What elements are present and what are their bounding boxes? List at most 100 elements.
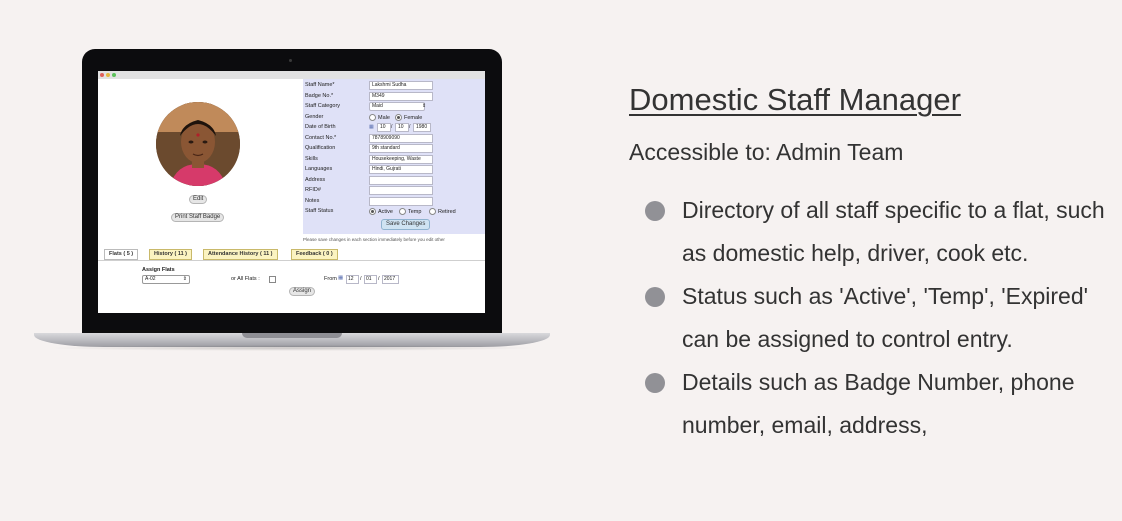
badge-label: Badge No.* — [305, 92, 334, 99]
temp-label: Temp — [408, 208, 422, 215]
staff-portrait-icon — [156, 102, 240, 186]
bullet-dot-icon — [645, 201, 665, 221]
skills-input[interactable]: Housekeeping, Waste — [369, 154, 433, 164]
select-arrow-icon: ⇕ — [182, 276, 187, 282]
from-label: From — [324, 276, 337, 282]
languages-label: Languages — [305, 166, 333, 172]
tab-history[interactable]: History ( 11 ) — [149, 249, 193, 260]
dob-day-input[interactable]: 10 — [377, 123, 391, 132]
list-item-text: Details such as Badge Number, phone numb… — [682, 369, 1075, 438]
laptop-mockup: Edit Print Staff Badge Staff Name* Laksh… — [34, 49, 550, 351]
staff-photo — [156, 102, 240, 186]
all-flats-label: or All Flats : — [231, 276, 260, 282]
dob-label: Date of Birth — [305, 124, 336, 130]
notes-label: Notes — [305, 197, 320, 204]
radio-checked-icon — [369, 208, 376, 215]
dob-row: Date of Birth ▦ 10 / 10 / 1980 — [305, 123, 485, 132]
address-row: Address — [305, 175, 485, 185]
notes-input[interactable] — [369, 196, 433, 206]
badge-row: Badge No.* M349 — [305, 91, 485, 101]
languages-row: Languages Hindi, Gujrati — [305, 165, 485, 174]
date-slash: / — [409, 124, 411, 130]
tab-divider — [98, 260, 485, 261]
from-day-input[interactable]: 12 — [346, 275, 359, 284]
bullet-dot-icon — [645, 287, 665, 307]
status-active-option[interactable]: Active — [369, 208, 393, 215]
calendar-icon[interactable]: ▦ — [369, 124, 374, 130]
staff-name-row: Staff Name* Lakshmi Sudha — [305, 81, 485, 90]
radio-icon — [399, 208, 406, 215]
gender-label: Gender — [305, 113, 324, 120]
category-select[interactable]: Maid — [369, 102, 425, 111]
qualification-label: Qualification — [305, 145, 336, 151]
close-dot-icon[interactable] — [100, 73, 104, 77]
female-label: Female — [404, 114, 423, 121]
contact-input[interactable]: 7878909090 — [369, 133, 433, 143]
flat-select[interactable]: A-02 ⇕ — [142, 275, 190, 284]
laptop-shadow — [44, 345, 540, 351]
qualification-input[interactable]: 9th standard — [369, 144, 433, 153]
qualification-row: Qualification 9th standard — [305, 144, 485, 153]
date-slash: / — [378, 276, 380, 282]
bullet-dot-icon — [645, 373, 665, 393]
tab-flats[interactable]: Flats ( 5 ) — [104, 249, 139, 260]
list-item-text: Directory of all staff specific to a fla… — [682, 197, 1105, 266]
maximize-dot-icon[interactable] — [112, 73, 116, 77]
accessible-to-text: Accessible to: Admin Team — [629, 139, 904, 165]
status-label: Staff Status — [305, 208, 334, 214]
retired-label: Retired — [438, 208, 456, 215]
feature-list: Directory of all staff specific to a fla… — [645, 189, 1105, 447]
radio-checked-icon — [395, 113, 402, 121]
contact-row: Contact No.* 7878909090 — [305, 133, 485, 143]
skills-row: Skills Housekeeping, Waste — [305, 154, 485, 164]
window-titlebar — [98, 71, 485, 79]
rfid-row: RFID# — [305, 186, 485, 195]
laptop-notch — [242, 333, 342, 338]
badge-input[interactable]: M349 — [369, 91, 433, 101]
all-flats-checkbox[interactable] — [269, 276, 276, 283]
list-item: Directory of all staff specific to a fla… — [645, 189, 1105, 275]
address-input[interactable] — [369, 175, 433, 185]
skills-label: Skills — [305, 155, 318, 162]
dob-month-input[interactable]: 10 — [395, 123, 409, 132]
status-row: Staff Status Active Temp Retired — [305, 207, 485, 216]
calendar-icon[interactable]: ▦ — [338, 275, 343, 281]
category-label: Staff Category — [305, 103, 341, 109]
list-item: Status such as 'Active', 'Temp', 'Expire… — [645, 275, 1105, 361]
tab-attendance-history[interactable]: Attendance History ( 11 ) — [203, 249, 278, 260]
save-changes-button[interactable]: Save Changes — [381, 219, 431, 230]
from-month-input[interactable]: 01 — [364, 275, 377, 284]
tab-feedback[interactable]: Feedback ( 0 ) — [291, 249, 338, 260]
dob-year-input[interactable]: 1980 — [413, 123, 431, 132]
from-year-input[interactable]: 2017 — [382, 275, 399, 284]
category-row: Staff Category Maid ⇕ — [305, 102, 485, 111]
date-slash: / — [391, 124, 393, 130]
radio-icon — [429, 208, 436, 215]
date-slash: / — [360, 276, 362, 282]
page-title: Domestic Staff Manager — [629, 82, 961, 117]
rfid-input[interactable] — [369, 186, 433, 195]
staff-name-label: Staff Name* — [305, 82, 335, 88]
staff-details-form: Staff Name* Lakshmi Sudha Badge No.* M34… — [303, 79, 485, 234]
edit-photo-button[interactable]: Edit — [189, 195, 208, 204]
assign-button[interactable]: Assign — [289, 287, 316, 296]
gender-row: Gender Male Female — [305, 113, 485, 122]
photo-pane: Edit Print Staff Badge — [98, 79, 303, 234]
laptop-lid: Edit Print Staff Badge Staff Name* Laksh… — [82, 49, 502, 335]
languages-input[interactable]: Hindi, Gujrati — [369, 165, 433, 174]
list-item-text: Status such as 'Active', 'Temp', 'Expire… — [682, 283, 1089, 352]
category-value: Maid — [372, 103, 383, 109]
status-temp-option[interactable]: Temp — [399, 208, 421, 215]
male-label: Male — [378, 114, 390, 121]
active-label: Active — [378, 208, 393, 215]
staff-name-input[interactable]: Lakshmi Sudha — [369, 81, 433, 90]
contact-label: Contact No.* — [305, 134, 337, 141]
list-item: Details such as Badge Number, phone numb… — [645, 361, 1105, 447]
notes-row: Notes — [305, 196, 485, 206]
print-staff-badge-button[interactable]: Print Staff Badge — [171, 213, 225, 222]
minimize-dot-icon[interactable] — [106, 73, 110, 77]
gender-male-option[interactable]: Male — [369, 113, 390, 121]
rfid-label: RFID# — [305, 187, 321, 193]
status-retired-option[interactable]: Retired — [429, 208, 456, 215]
gender-female-option[interactable]: Female — [395, 113, 423, 121]
